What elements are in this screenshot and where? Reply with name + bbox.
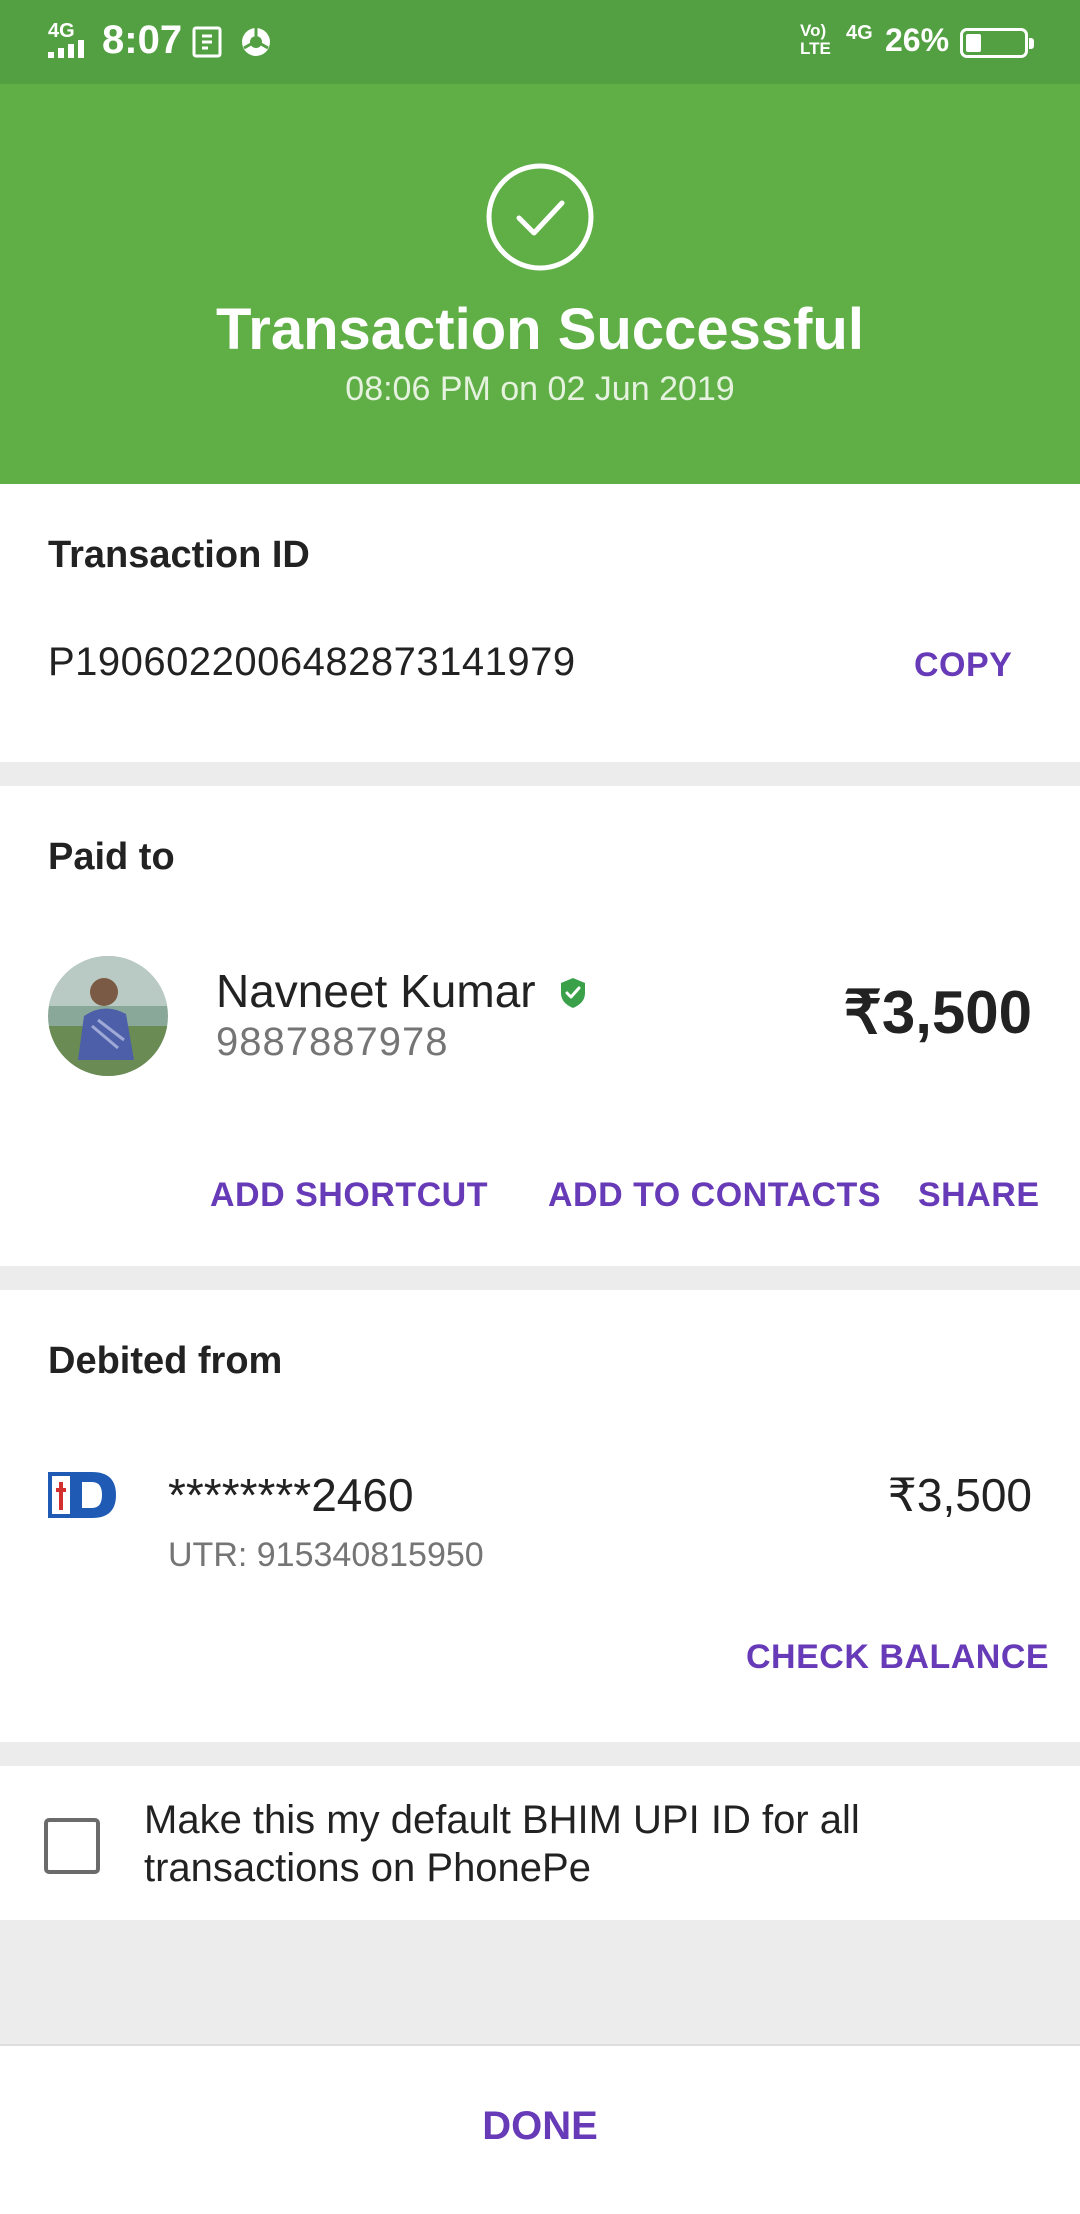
account-number: ********2460 — [168, 1469, 414, 1521]
add-to-contacts-button[interactable]: ADD TO CONTACTS — [548, 1176, 881, 1215]
bank-logo-icon — [48, 1472, 116, 1518]
signal-strength-icon — [48, 40, 84, 58]
section-divider — [0, 762, 1080, 786]
success-header: Transaction Successful 08:06 PM on 02 Ju… — [0, 84, 1080, 484]
debited-from-section: Debited from ********2460 UTR: 915340815… — [0, 1290, 1080, 1742]
clock: 8:07 — [102, 18, 183, 62]
default-upi-row[interactable]: Make this my default BHIM UPI ID for all… — [0, 1766, 1080, 1920]
footer-bar: DONE — [0, 2044, 1080, 2214]
section-divider — [0, 1742, 1080, 1766]
verified-badge-icon — [561, 978, 585, 1008]
transaction-id-heading: Transaction ID — [48, 534, 310, 576]
chrome-icon — [242, 28, 270, 56]
check-balance-button[interactable]: CHECK BALANCE — [746, 1638, 1049, 1677]
add-shortcut-button[interactable]: ADD SHORTCUT — [210, 1176, 488, 1215]
paid-to-heading: Paid to — [48, 836, 175, 878]
transaction-id-value: P1906022006482873141979 — [48, 640, 576, 684]
empty-area — [0, 1920, 1080, 2044]
paid-amount: ₹3,500 — [843, 979, 1032, 1046]
screenshot-icon — [192, 26, 222, 58]
page-title: Transaction Successful — [216, 297, 864, 362]
transaction-datetime: 08:06 PM on 02 Jun 2019 — [345, 370, 735, 408]
check-circle-icon — [486, 163, 594, 271]
share-button[interactable]: SHARE — [918, 1176, 1040, 1215]
battery-level-fill — [966, 34, 981, 52]
paid-to-section: Paid to Navneet Kumar 9887887978 ₹3,500 … — [0, 786, 1080, 1266]
battery-percent: 26% — [885, 22, 950, 58]
transaction-id-section: Transaction ID P1906022006482873141979 C… — [0, 484, 1080, 762]
section-divider — [0, 1266, 1080, 1290]
done-button[interactable]: DONE — [0, 2104, 1080, 2149]
default-upi-label: Make this my default BHIM UPI ID for all… — [144, 1798, 860, 1890]
network-type-right: 4G — [846, 22, 873, 44]
battery-icon — [960, 28, 1034, 58]
payee-phone: 9887887978 — [216, 1020, 449, 1064]
payee-name: Navneet Kumar — [216, 965, 536, 1017]
default-upi-checkbox[interactable] — [44, 1818, 100, 1874]
copy-button[interactable]: COPY — [914, 646, 1012, 685]
debited-amount: ₹3,500 — [887, 1469, 1032, 1521]
debited-from-heading: Debited from — [48, 1340, 283, 1382]
utr-number: UTR: 915340815950 — [168, 1536, 484, 1574]
avatar — [48, 956, 168, 1076]
status-bar: 4G 8:07 Vo) LTE 4G 26% — [0, 0, 1080, 84]
volte-label: Vo) LTE — [800, 21, 831, 58]
